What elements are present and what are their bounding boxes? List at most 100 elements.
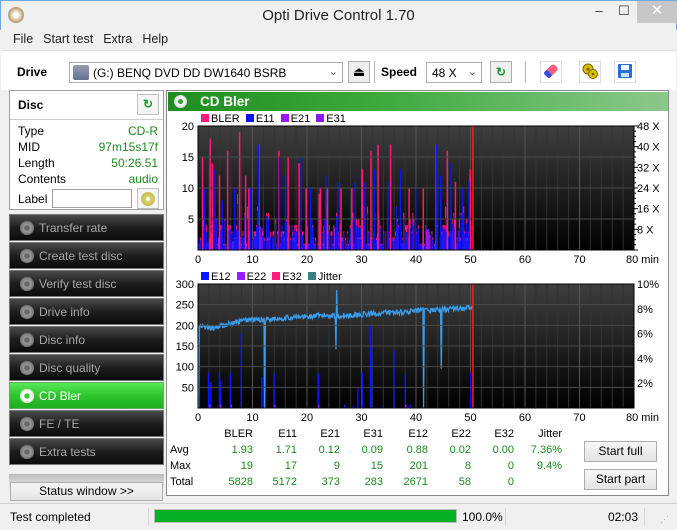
x-tick-label: 20 <box>301 412 313 424</box>
disc-refresh-button[interactable]: ↻ <box>137 94 159 115</box>
drive-select[interactable]: (G:) BENQ DVD DD DW1640 BSRB ⌄ <box>69 62 343 83</box>
e11-bar <box>348 237 350 250</box>
nav-item-create-test-disc[interactable]: Create test disc <box>9 242 164 269</box>
nav-item-drive-info[interactable]: Drive info <box>9 298 164 325</box>
stats-total-e11: 5172 <box>272 476 297 488</box>
divider <box>505 508 506 526</box>
e11-bar <box>413 225 415 250</box>
e11-bar <box>268 240 270 250</box>
disc-type-row: Type CD-R <box>18 124 158 138</box>
disc-label-input[interactable] <box>52 189 132 208</box>
e11-bar <box>460 215 462 250</box>
e12-bar <box>219 381 222 408</box>
e11-bar <box>260 238 262 250</box>
e11-bar <box>464 233 466 250</box>
e11-bar <box>345 240 347 250</box>
stats-max-jitter: 9.4% <box>536 460 562 472</box>
y-tick-label: 15 <box>182 152 194 164</box>
maximize-button[interactable]: ☐ <box>612 1 636 23</box>
stats-max-e22: 8 <box>464 460 471 472</box>
toolbar-divider <box>525 61 526 83</box>
speed-select[interactable]: 48 X ⌄ <box>426 62 482 83</box>
x-tick-label: 10 <box>246 412 258 424</box>
e12-bar <box>404 372 407 408</box>
e11-bar <box>314 244 316 250</box>
disc-type-value: CD-R <box>128 124 158 138</box>
erase-button[interactable] <box>540 61 562 83</box>
refresh-speed-button[interactable]: ↻ <box>490 61 512 83</box>
e11-bar <box>411 233 413 250</box>
disc-icon <box>20 445 34 459</box>
settings-button[interactable] <box>579 61 601 83</box>
menu-start-test[interactable]: Start test <box>38 30 98 46</box>
minimize-button[interactable]: – <box>587 1 611 23</box>
disc-length-value: 50:26.51 <box>111 156 158 170</box>
e21-bar <box>334 227 336 250</box>
nav-item-cd-bler[interactable]: CD Bler <box>9 382 164 409</box>
menu-file[interactable]: File <box>9 30 38 46</box>
e11-bar <box>359 227 361 250</box>
start-part-button[interactable]: Start part <box>584 469 657 490</box>
eject-button[interactable]: ⏏ <box>348 61 370 83</box>
disc-icon <box>20 305 34 319</box>
e21-bar <box>261 228 263 250</box>
disc-title: Disc <box>18 98 44 112</box>
e11-bar <box>280 236 282 250</box>
stats-max-e32: 0 <box>507 460 514 472</box>
save-button[interactable] <box>614 61 636 83</box>
nav-item-disc-quality[interactable]: Disc quality <box>9 354 164 381</box>
x-tick-label: 80 min <box>626 254 659 266</box>
disc-label-button[interactable] <box>137 188 159 209</box>
e21-bar <box>429 234 431 250</box>
e11-bar <box>358 239 360 250</box>
resize-grip-icon[interactable]: ⋰ <box>660 514 669 525</box>
start-full-button[interactable]: Start full <box>584 441 657 462</box>
e11-bar <box>275 223 277 250</box>
e11-bar <box>346 244 348 250</box>
e11-bar <box>452 223 454 250</box>
e11-bar <box>229 228 231 250</box>
stats-avg-jitter: 7.36% <box>530 444 562 456</box>
e11-bar <box>295 228 297 250</box>
bler-bar <box>298 163 300 250</box>
x-tick-label: 30 <box>355 412 367 424</box>
nav-item-transfer-rate[interactable]: Transfer rate <box>9 214 164 241</box>
chevron-down-icon: ⌄ <box>467 66 477 78</box>
bler-bar <box>361 169 363 250</box>
bler-bar <box>218 175 221 250</box>
e12-bar <box>357 388 359 408</box>
status-window-button[interactable]: Status window >> <box>10 482 163 501</box>
menu-extra[interactable]: Extra <box>98 30 137 46</box>
stats-avg-e22: 0.02 <box>449 444 471 456</box>
close-button[interactable]: ✕ <box>637 1 677 23</box>
e11-bar <box>442 227 444 250</box>
stats-header-e21: E21 <box>320 428 340 440</box>
stats-max-e31: 15 <box>370 460 383 472</box>
e12-jitter-chart: 50 100 150 200 250 300 0 10 20 30 40 50 60 70 80 min 2%… <box>176 279 660 424</box>
speed-label: Speed <box>381 65 418 79</box>
disc-panel: Disc ↻ Type CD-R MID 97m15s17f Length 50:26… <box>9 90 164 210</box>
nav-item-verify-test-disc[interactable]: Verify test disc <box>9 270 164 297</box>
e11-bar <box>360 239 362 250</box>
sidebar: Disc ↻ Type CD-R MID 97m15s17f Length 50:26… <box>9 90 164 496</box>
e11-bar <box>207 244 209 250</box>
e11-bar <box>223 245 225 250</box>
nav-item-extra-tests[interactable]: Extra tests <box>9 438 164 465</box>
nav-item-disc-info[interactable]: Disc info <box>9 326 164 353</box>
disc-mid-row: MID 97m15s17f <box>18 140 158 154</box>
e11-bar <box>302 234 304 250</box>
e11-bar <box>420 244 422 250</box>
menu-help[interactable]: Help <box>137 30 173 46</box>
nav-item-label: Disc quality <box>39 361 101 375</box>
e11-bar <box>396 207 398 250</box>
nav-item-fe-te[interactable]: FE / TE <box>9 410 164 437</box>
stats-total-e12: 2671 <box>403 476 428 488</box>
e21-bar <box>428 231 430 250</box>
y-tick-label: 50 <box>182 382 194 394</box>
e11-bar <box>278 157 281 250</box>
e11-bar <box>236 229 238 250</box>
e12-bar <box>361 372 363 408</box>
disc-contents-row: Contents audio <box>18 172 158 186</box>
progress-bar <box>154 509 457 523</box>
e11-bar <box>353 244 355 250</box>
